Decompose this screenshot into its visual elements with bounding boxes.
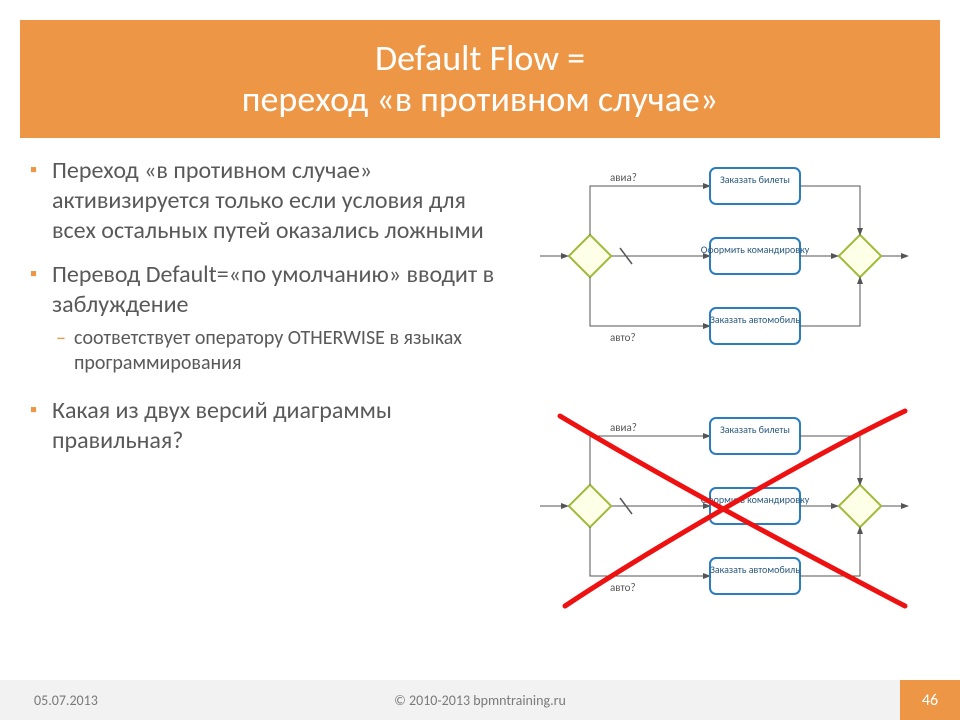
bullet-item: Какая из двух версий диаграммы правильна… <box>30 396 500 470</box>
svg-text:Заказать билеты: Заказать билеты <box>720 173 790 186</box>
svg-text:Заказать билеты: Заказать билеты <box>720 423 790 436</box>
svg-text:авиа?: авиа? <box>610 421 637 434</box>
gateway-open-icon <box>569 485 611 527</box>
svg-text:авто?: авто? <box>610 581 636 594</box>
sub-bullet-item: соответствует оператору OTHERWISE в язык… <box>52 326 500 382</box>
condition-label: авиа? <box>610 171 637 184</box>
svg-text:Заказать автомобиль: Заказать автомобиль <box>710 313 800 326</box>
slide-title: Default Flow = переход «в противном случ… <box>20 20 940 138</box>
footer-copyright: © 2010-2013 bpmntraining.ru <box>394 692 566 709</box>
svg-text:Оформить командировку: Оформить командировку <box>701 243 810 256</box>
bullet-item: Перевод Default=«по умолчанию» вводит в … <box>30 260 500 396</box>
gateway-open-icon <box>569 235 611 277</box>
svg-text:Заказать автомобиль: Заказать автомобиль <box>710 563 800 576</box>
page-number: 46 <box>900 680 960 720</box>
gateway-close-icon <box>839 485 881 527</box>
slide-footer: 05.07.2013 © 2010-2013 bpmntraining.ru 4… <box>0 680 960 720</box>
gateway-close-icon <box>839 235 881 277</box>
condition-label: авто? <box>610 331 636 344</box>
bpmn-diagram: авиа? Заказать билеты Оформить командиро… <box>510 156 910 636</box>
bullet-item: Переход «в противном случае» активизируе… <box>30 156 500 260</box>
bullet-list: Переход «в противном случае» активизируе… <box>30 156 500 636</box>
footer-date: 05.07.2013 <box>0 692 98 709</box>
